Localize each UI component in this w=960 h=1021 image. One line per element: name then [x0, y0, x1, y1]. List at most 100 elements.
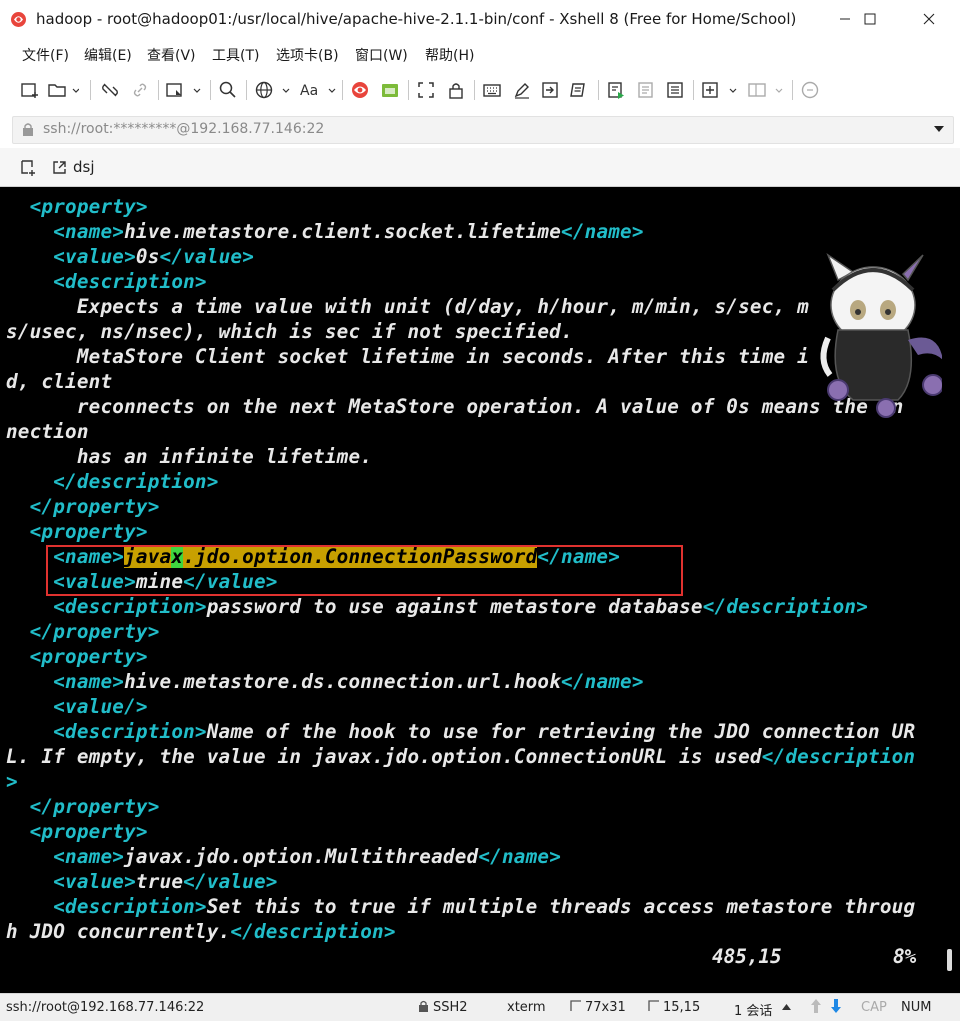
chat-icon [801, 81, 819, 99]
menu-tools[interactable]: 工具(T) [212, 45, 259, 65]
terminal-text: reconnects on the next MetaStore operati… [6, 395, 904, 418]
terminal-line: nection [6, 419, 89, 444]
scrollbar-thumb[interactable] [947, 949, 952, 971]
open-session-button[interactable] [46, 78, 80, 102]
terminal-text: password to use against metastore databa… [206, 595, 703, 618]
terminal-text: s/usec, ns/nsec), which is sec if not sp… [6, 320, 573, 343]
toolbar-separator [408, 80, 409, 100]
script-button[interactable] [566, 78, 590, 102]
xml-tag: <property> [29, 820, 148, 843]
terminal-line: <description>Set this to true if multipl… [6, 894, 915, 919]
globe-icon [255, 81, 290, 99]
terminal-line: has an infinite lifetime. [6, 444, 372, 469]
run-script-button[interactable] [604, 78, 628, 102]
terminal-line: MetaStore Client socket lifetime in seco… [6, 344, 868, 369]
address-field[interactable]: ssh://root:*********@192.168.77.146:22 [12, 116, 954, 144]
terminal-line: <property> [6, 819, 148, 844]
terminal-line: <property> [6, 519, 148, 544]
font-button[interactable]: Aa [298, 78, 338, 102]
terminal-line: Expects a time value with unit (d/day, h… [6, 294, 868, 319]
chat-button[interactable] [798, 78, 822, 102]
stop-script-button[interactable] [634, 78, 658, 102]
terminal-text: 0s [135, 245, 160, 268]
status-num-lock: NUM [901, 1000, 932, 1015]
tab-label: dsj [73, 158, 95, 176]
doc-icon [638, 82, 653, 98]
terminal-line: <name>hive.metastore.client.socket.lifet… [6, 219, 644, 244]
log-button[interactable] [663, 78, 687, 102]
keyboard-button[interactable] [480, 78, 504, 102]
menu-window[interactable]: 窗口(W) [355, 45, 408, 65]
tab-dsj[interactable]: dsj [48, 154, 99, 180]
new-session-button[interactable] [18, 78, 42, 102]
upload-arrow-icon [811, 999, 821, 1013]
green-folder-icon [382, 84, 398, 97]
window-title: hadoop - root@hadoop01:/usr/local/hive/a… [36, 10, 797, 28]
xml-tag: <description> [53, 720, 207, 743]
terminal-line: <property> [6, 194, 148, 219]
menu-help[interactable]: 帮助(H) [425, 45, 474, 65]
session-manager-icon[interactable] [20, 159, 38, 177]
fullscreen-icon [418, 82, 434, 98]
menu-tabs[interactable]: 选项卡(B) [276, 45, 339, 65]
xml-tag: </description> [702, 595, 869, 618]
terminal-line: </property> [6, 794, 160, 819]
fullscreen-button[interactable] [414, 78, 438, 102]
unlink-icon [102, 83, 118, 97]
dropdown-arrow-icon[interactable] [934, 126, 944, 133]
xml-tag: > [6, 770, 18, 793]
lock-button[interactable] [444, 78, 468, 102]
menu-view[interactable]: 查看(V) [147, 45, 196, 65]
terminal-line: <value/> [6, 694, 148, 719]
xml-tag: <property> [29, 520, 148, 543]
new-tab-button[interactable] [699, 78, 739, 102]
toolbar-separator [90, 80, 91, 100]
xml-tag: </name> [478, 845, 562, 868]
maximize-button[interactable] [847, 0, 893, 38]
highlight-button[interactable] [510, 78, 534, 102]
toolbar-separator [598, 80, 599, 100]
xml-tag: <value> [53, 870, 136, 893]
reconnect-button[interactable] [128, 78, 152, 102]
terminal-scrollbar[interactable] [942, 187, 960, 993]
terminal-line: L. If empty, the value in javax.jdo.opti… [6, 744, 915, 769]
terminal-line: > [6, 769, 18, 794]
status-caps-lock: CAP [861, 1000, 887, 1015]
tab-bar: dsj [0, 148, 960, 187]
toolbar-separator [158, 80, 159, 100]
chevron-up-icon[interactable] [782, 1004, 791, 1010]
play-doc-icon [608, 82, 624, 99]
menu-edit[interactable]: 编辑(E) [84, 45, 132, 65]
terminal-line: <name>hive.metastore.ds.connection.url.h… [6, 669, 644, 694]
close-button[interactable] [906, 0, 952, 38]
xml-tag: </description> [53, 470, 219, 493]
xml-tag: <property> [29, 645, 148, 668]
lock-icon [449, 83, 463, 99]
new-session-icon [21, 83, 38, 98]
xml-tag: <description> [53, 595, 207, 618]
toolbar-separator [693, 80, 694, 100]
new-window-icon [166, 83, 201, 97]
find-button[interactable] [216, 78, 240, 102]
address-input[interactable]: ssh://root:*********@192.168.77.146:22 [43, 121, 324, 137]
download-arrow-icon [831, 999, 841, 1013]
terminal-text: d, client [6, 370, 113, 393]
layout-button[interactable] [745, 78, 785, 102]
send-button[interactable] [538, 78, 562, 102]
xftp-transfer-button[interactable] [378, 78, 402, 102]
duplicate-session-button[interactable] [164, 78, 202, 102]
toolbar-separator [246, 80, 247, 100]
status-terminal-type: xterm [507, 1000, 546, 1015]
disconnect-button[interactable] [98, 78, 122, 102]
xftp-button[interactable] [348, 78, 372, 102]
encoding-button[interactable] [252, 78, 292, 102]
cursor-pos-icon [648, 1000, 659, 1011]
menu-file[interactable]: 文件(F) [22, 45, 69, 65]
status-sessions[interactable]: 1 会话 [734, 1000, 772, 1019]
